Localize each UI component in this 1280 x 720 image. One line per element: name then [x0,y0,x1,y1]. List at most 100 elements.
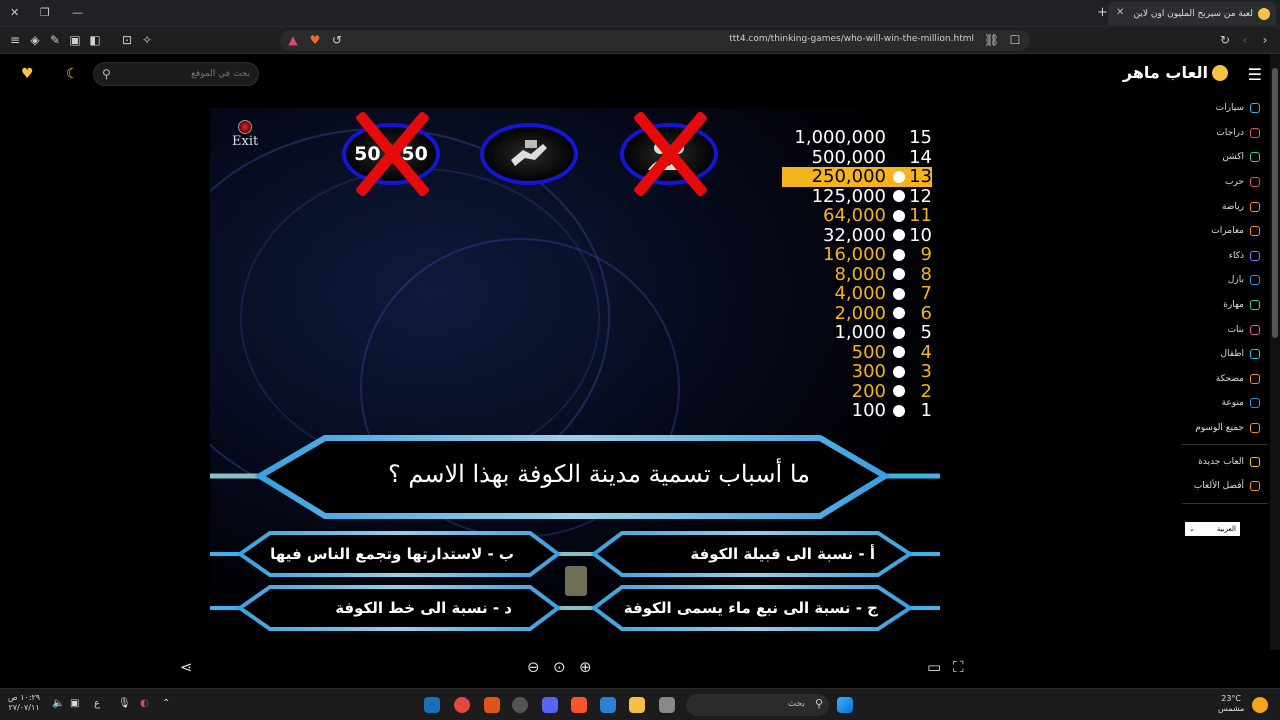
sidebar-item-9[interactable]: بنات [1170,317,1280,342]
extensions-icon[interactable]: ✎ [48,33,62,47]
category-icon [1250,201,1260,212]
sidebar-item-8[interactable]: مهارة [1170,293,1280,318]
puzzle-icon[interactable]: ✧ [140,33,154,47]
sidebar-icon[interactable]: ◧ [88,33,102,47]
discord-taskbar-icon[interactable] [542,697,558,713]
input-language[interactable]: ع [94,699,100,709]
sidebar-item-1[interactable]: دراجات [1170,121,1280,146]
close-window-icon[interactable]: ✕ [10,6,19,19]
brave-shields-icon[interactable]: ♥ [308,33,322,47]
site-favicon-icon [1258,7,1270,20]
sidebar-item-7[interactable]: بازل [1170,268,1280,293]
minimize-window-icon[interactable]: — [72,6,83,19]
category-icon [1250,177,1260,188]
scrollbar-thumb[interactable] [1272,68,1278,338]
category-icon [1250,324,1260,335]
store-taskbar-icon[interactable] [600,697,616,713]
app-taskbar-icon[interactable] [484,697,500,713]
zoom-in-icon[interactable]: ⊕ [579,658,592,676]
sidebar-item-5[interactable]: مغامرات [1170,219,1280,244]
favorites-heart-icon[interactable]: ♥ [21,66,34,82]
sidebar-item-6[interactable]: ذكاء [1170,244,1280,269]
windows-start-icon[interactable] [837,697,853,713]
zoom-out-icon[interactable]: ⊖ [527,658,540,676]
zoom-reset-icon[interactable]: ⊙ [553,658,566,676]
answer-a-text[interactable]: أ - نسبة الى قبيلة الكوفة [690,545,875,563]
chrome-taskbar-icon[interactable] [454,697,470,713]
wallet-icon[interactable]: ▣ [68,33,82,47]
brave-taskbar-icon[interactable] [571,697,587,713]
smiley-logo-icon [1212,64,1228,81]
bookmark-icon[interactable]: ☐ [1008,33,1022,47]
screenshot-icon[interactable]: ⊡ [120,33,134,47]
sidebar-item-0[interactable]: العاب جديدة [1170,449,1280,474]
center-emblem-icon [565,566,587,596]
sidebar-item-4[interactable]: رياضة [1170,194,1280,219]
weather-widget[interactable]: 23°C مشمس [1218,694,1244,714]
site-search-input[interactable] [120,66,250,82]
sidebar-item-label: اكشن [1222,152,1244,163]
file-explorer-taskbar-icon[interactable] [629,697,645,713]
sidebar-item-0[interactable]: سيارات [1170,96,1280,121]
brave-rewards-icon[interactable]: ▲ [286,33,300,47]
dark-mode-moon-icon[interactable]: ☾ [66,66,79,82]
sidebar-item-11[interactable]: مضحكة [1170,367,1280,392]
close-tab-icon[interactable]: ✕ [1116,7,1124,18]
new-tab-button[interactable]: + [1097,5,1108,20]
site-logo[interactable]: العاب ماهر [1123,63,1228,82]
tray-app-icon[interactable]: ◐ [140,699,149,709]
sidebar-item-3[interactable]: حرب [1170,170,1280,195]
fullscreen-icon[interactable]: ⛶ [953,658,964,676]
sidebar-item-13[interactable]: جميع الوسوم [1170,416,1280,441]
shield-icon[interactable]: ◈ [28,33,42,47]
browser-tab[interactable]: ✕ لعبة من سيربح المليون اون لاين [1108,2,1276,25]
link-icon[interactable]: ⛓ [984,33,999,47]
app-taskbar-icon[interactable] [512,697,528,713]
game-canvas[interactable]: Exit 50 : 50 1,000,000 15 500,000 14 250,000… [210,108,940,638]
sidebar-item-label: بازل [1227,275,1244,286]
search-icon[interactable]: ⚲ [102,67,111,81]
forward-icon[interactable]: ‹ [1238,33,1252,47]
sidebar-item-2[interactable]: اكشن [1170,145,1280,170]
steam-taskbar-icon[interactable] [424,697,440,713]
language-select-chevron-icon: ⌄ [1189,525,1195,533]
sidebar-item-label: حرب [1224,177,1244,188]
tab-title: لعبة من سيربح المليون اون لاين [1133,8,1253,19]
category-icon [1250,127,1260,138]
volume-icon[interactable]: 🔈 [52,699,64,709]
sidebar-item-1[interactable]: أفضل الألعاب [1170,474,1280,499]
language-select[interactable]: ⌄ العربية [1185,522,1240,536]
network-icon[interactable]: ▣ [70,699,79,709]
menu-icon[interactable]: ≡ [8,33,22,47]
category-icon [1250,275,1260,286]
taskbar-search[interactable]: بحث ⚲ [686,694,829,716]
hamburger-menu-icon[interactable]: ☰ [1248,65,1262,84]
language-select-value: العربية [1216,525,1236,533]
category-icon [1250,349,1260,360]
answer-d-text[interactable]: د - نسبة الى خط الكوفة [335,599,512,617]
microphone-icon[interactable]: 🎙 [118,699,131,709]
sidebar-item-10[interactable]: اطفال [1170,342,1280,367]
show-hidden-icons-icon[interactable]: ⌃ [162,699,170,709]
url-text: ttt4.com/thinking-games/who-will-win-the… [729,34,974,44]
sun-weather-icon [1252,697,1268,713]
address-bar[interactable]: ▲ ♥ ↺ ttt4.com/thinking-games/who-will-w… [280,30,1030,51]
clock[interactable]: ١٠:٢٩ ص ٢٧/٠٧/١١ [8,693,40,713]
sidebar-item-label: دراجات [1216,127,1244,138]
site-search-box[interactable]: ⚲ [93,62,259,86]
clock-date: ٢٧/٠٧/١١ [8,703,40,712]
share-link-icon[interactable]: ↺ [330,33,344,47]
category-sidebar: سيارات دراجات اكشن حرب رياضة مغامرات ذكاء بازل م… [1170,96,1280,508]
sidebar-item-label: مغامرات [1211,226,1244,237]
answer-b-text[interactable]: ب - لاستدارتها وتجمع الناس فيها [270,545,514,563]
page-scrollbar[interactable] [1270,54,1280,688]
share-icon[interactable]: ⋖ [180,658,193,676]
reload-icon[interactable]: ↻ [1218,33,1232,47]
sidebar-item-12[interactable]: منوعة [1170,391,1280,416]
category-icon [1250,423,1260,434]
task-view-taskbar-icon[interactable] [659,697,675,713]
back-icon[interactable]: › [1258,33,1272,47]
answer-c-text[interactable]: ج - نسبة الى نبع ماء يسمى الكوفة [624,599,878,617]
restore-window-icon[interactable]: ❐ [40,6,50,19]
theater-mode-icon[interactable]: ▭ [927,658,941,676]
